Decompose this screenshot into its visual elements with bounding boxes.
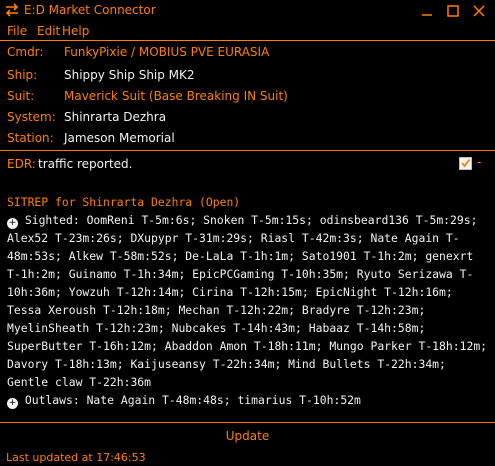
edmc-arrows-icon: [4, 3, 20, 20]
ship-label: Ship:: [7, 68, 38, 82]
edr-status: traffic reported.: [38, 157, 133, 171]
status-bar: Last updated at 17:46:53: [6, 451, 146, 464]
station-label: Station:: [7, 131, 54, 145]
close-icon[interactable]: [468, 2, 490, 20]
sitrep-sighted: Sighted: OomReni T-5m:6s; Snoken T-5m:15…: [7, 213, 494, 389]
sighted-bullet-icon: +: [7, 218, 18, 229]
update-button[interactable]: Update: [0, 429, 495, 443]
info-divider: [0, 150, 495, 151]
outlaws-bullet-icon: +: [7, 398, 18, 409]
cmdr-value[interactable]: FunkyPixie / MOBIUS PVE EURASIA: [64, 45, 269, 59]
menu-edit[interactable]: Edit: [37, 24, 60, 38]
sitrep-title: SITREP for Shinrarta Dezhra (Open): [7, 195, 241, 209]
minimize-icon[interactable]: [416, 2, 438, 20]
sitrep-outlaws: Outlaws: Nate Again T-48m:48s; timarius …: [24, 393, 361, 407]
system-label: System:: [7, 110, 56, 124]
suit-label: Suit:: [7, 89, 35, 103]
sitrep-panel: SITREP for Shinrarta Dezhra (Open) + Sig…: [7, 193, 491, 409]
title-bar[interactable]: E:D Market Connector: [0, 0, 495, 22]
edr-label: EDR:: [7, 157, 36, 171]
edr-toggle[interactable]: -: [477, 155, 481, 169]
menu-help[interactable]: Help: [62, 24, 89, 38]
station-value[interactable]: Jameson Memorial: [64, 131, 175, 145]
system-value[interactable]: Shinrarta Dezhra: [64, 110, 166, 124]
ship-value[interactable]: Shippy Ship Ship MK2: [64, 68, 195, 82]
footer-divider: [0, 422, 495, 423]
menu-divider: [0, 40, 495, 41]
menu-bar: File Edit Help: [0, 22, 495, 40]
menu-file[interactable]: File: [7, 24, 27, 38]
cmdr-label: Cmdr:: [7, 45, 44, 59]
checkmark-icon: [461, 158, 471, 168]
window-title: E:D Market Connector: [24, 3, 156, 17]
edr-checkbox[interactable]: [459, 157, 472, 170]
suit-value[interactable]: Maverick Suit (Base Breaking IN Suit): [64, 89, 288, 103]
maximize-icon[interactable]: [442, 2, 464, 20]
